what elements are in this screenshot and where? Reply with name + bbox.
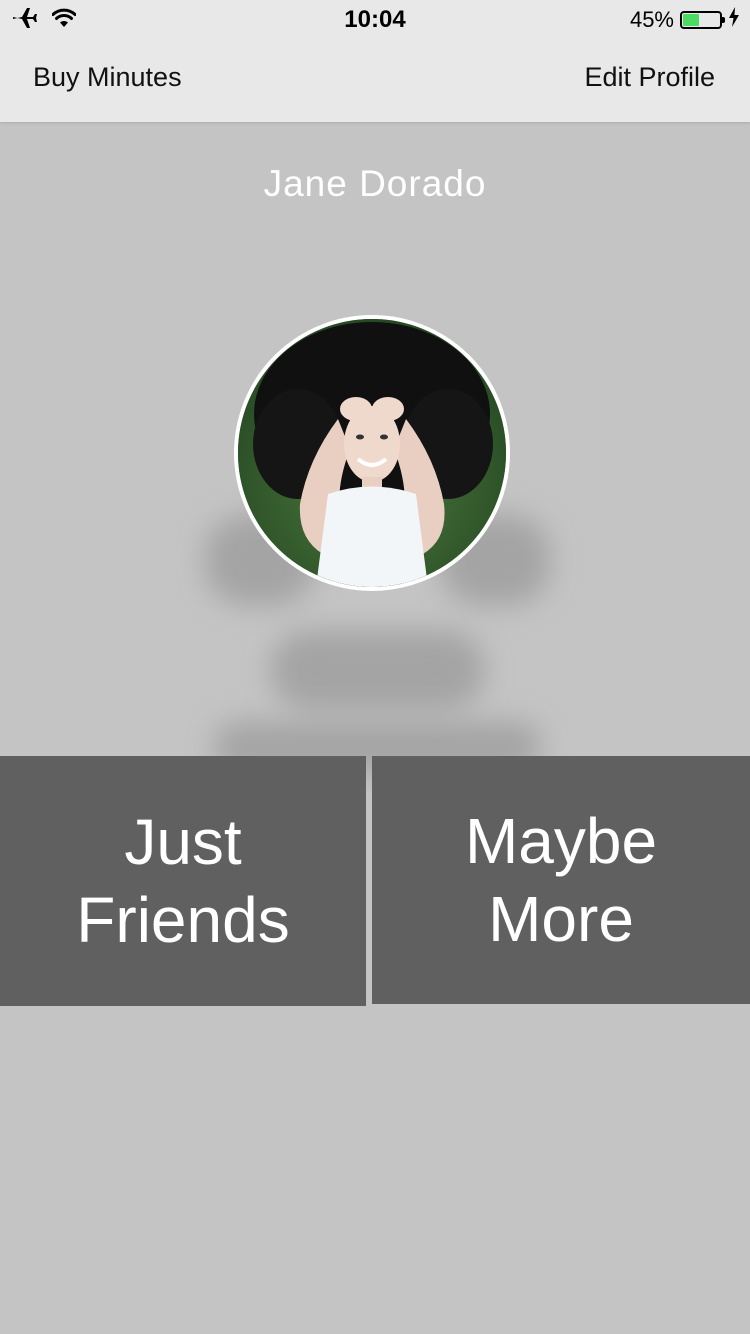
profile-avatar[interactable] xyxy=(234,315,510,591)
battery-icon xyxy=(680,11,725,29)
just-friends-line2: Friends xyxy=(76,884,290,956)
status-right: 45% xyxy=(630,6,740,34)
battery-level xyxy=(683,14,700,26)
profile-screen: 10:04 45% Buy Minutes Edit Profile Jane … xyxy=(0,0,750,1334)
profile-name: Jane Dorado xyxy=(263,163,487,204)
just-friends-label: Just Friends xyxy=(76,803,289,959)
just-friends-line1: Just xyxy=(124,806,242,878)
header: 10:04 45% Buy Minutes Edit Profile xyxy=(0,0,750,122)
charging-bolt-icon xyxy=(728,7,740,33)
buy-minutes-button[interactable]: Buy Minutes xyxy=(33,62,182,93)
just-friends-button[interactable]: Just Friends xyxy=(0,756,366,1006)
nav-bar: Buy Minutes Edit Profile xyxy=(0,40,750,122)
maybe-more-line1: Maybe xyxy=(464,805,658,877)
maybe-more-line2: More xyxy=(488,883,634,955)
profile-photo xyxy=(238,319,506,587)
status-bar: 10:04 45% xyxy=(0,0,750,40)
battery-percent: 45% xyxy=(629,7,674,32)
maybe-more-button[interactable]: Maybe More xyxy=(372,756,750,1004)
edit-profile-button[interactable]: Edit Profile xyxy=(584,62,715,93)
blurred-shadow xyxy=(270,630,485,710)
maybe-more-label: Maybe More xyxy=(465,802,657,958)
